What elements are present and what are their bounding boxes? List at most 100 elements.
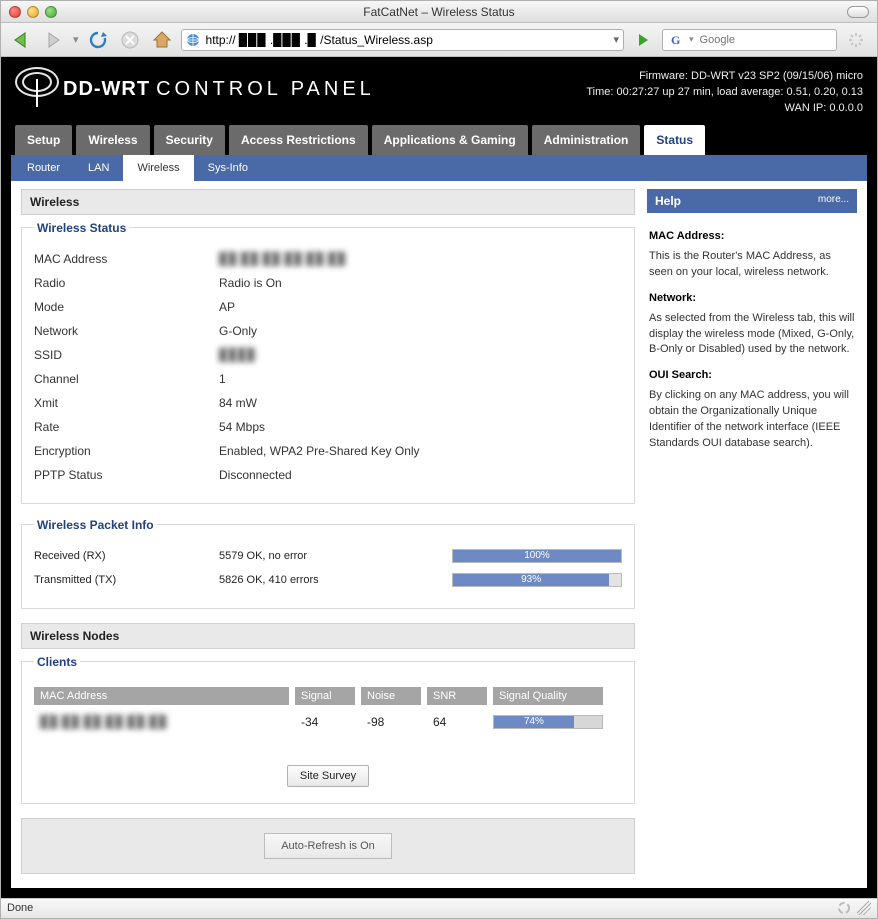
help-h2: Network:	[649, 291, 855, 307]
browser-toolbar: ▾ ▾ G ▾	[1, 23, 877, 57]
help-p1: This is the Router's MAC Address, as see…	[649, 249, 855, 281]
activity-indicator	[843, 27, 869, 53]
brand-subtitle: CONTROL PANEL	[156, 78, 375, 100]
status-throbber-icon	[837, 901, 851, 915]
tab-wireless-top[interactable]: Wireless	[76, 125, 149, 155]
content: Wireless Wireless Status MAC Address▉▉:▉…	[11, 181, 867, 888]
tab-applications-gaming[interactable]: Applications & Gaming	[372, 125, 528, 155]
ssid-value: ▉▉▉▉	[219, 348, 622, 362]
help-panel: Help more... MAC Address: This is the Ro…	[647, 189, 857, 874]
url-history-dropdown[interactable]: ▾	[613, 33, 619, 46]
tx-bar: 93%	[452, 573, 622, 587]
sub-tabs: Router LAN Wireless Sys-Info	[11, 155, 867, 181]
back-button[interactable]	[9, 27, 35, 53]
search-input[interactable]	[700, 34, 842, 46]
autorefresh-bar: Auto-Refresh is On	[21, 818, 635, 874]
subtab-wireless[interactable]: Wireless	[123, 155, 193, 181]
radio-label: Radio	[34, 276, 219, 290]
mode-label: Mode	[34, 300, 219, 314]
network-label: Network	[34, 324, 219, 338]
svg-text:G: G	[671, 33, 680, 47]
stop-button[interactable]	[117, 27, 143, 53]
browser-window: FatCatNet – Wireless Status ▾ ▾ G	[0, 0, 878, 919]
pptp-value: Disconnected	[219, 468, 622, 482]
close-window-button[interactable]	[9, 6, 21, 18]
tx-value: 5826 OK, 410 errors	[219, 574, 452, 586]
title-pill-button[interactable]	[847, 6, 869, 18]
channel-value: 1	[219, 372, 622, 386]
resize-grip[interactable]	[857, 901, 871, 915]
tx-bar-fill: 93%	[453, 574, 609, 586]
rate-label: Rate	[34, 420, 219, 434]
url-input[interactable]	[206, 33, 608, 47]
packet-info-legend: Wireless Packet Info	[34, 518, 157, 532]
rx-bar-fill: 100%	[453, 550, 621, 562]
globe-icon	[186, 33, 200, 47]
subtab-router[interactable]: Router	[13, 155, 74, 181]
help-h1: MAC Address:	[649, 229, 855, 245]
rx-label: Received (RX)	[34, 550, 219, 562]
tab-setup[interactable]: Setup	[15, 125, 72, 155]
logo: DD-WRT CONTROL PANEL	[15, 69, 375, 109]
page-header: DD-WRT CONTROL PANEL Firmware: DD-WRT v23…	[11, 65, 867, 125]
ssid-label: SSID	[34, 348, 219, 362]
radio-value: Radio is On	[219, 276, 622, 290]
window-title: FatCatNet – Wireless Status	[1, 5, 877, 19]
tab-administration[interactable]: Administration	[532, 125, 641, 155]
firmware-line: Firmware: DD-WRT v23 SP2 (09/15/06) micr…	[586, 69, 863, 85]
mac-value[interactable]: ▉▉:▉▉:▉▉:▉▉:▉▉:▉▉	[219, 252, 622, 266]
help-p2: As selected from the Wireless tab, this …	[649, 311, 855, 359]
mode-value: AP	[219, 300, 622, 314]
rx-value: 5579 OK, no error	[219, 550, 452, 562]
clients-fieldset: Clients MAC Address Signal Noise SNR Sig…	[21, 655, 635, 804]
help-titlebar: Help more...	[647, 189, 857, 213]
mac-label: MAC Address	[34, 252, 219, 266]
client-mac[interactable]: ▉▉:▉▉:▉▉:▉▉:▉▉:▉▉	[34, 715, 289, 729]
col-signal: Signal	[295, 687, 355, 705]
client-snr: 64	[427, 715, 487, 729]
url-field[interactable]: ▾	[181, 29, 624, 51]
uptime-line: Time: 00:27:27 up 27 min, load average: …	[586, 85, 863, 101]
window-controls	[9, 6, 57, 18]
col-snr: SNR	[427, 687, 487, 705]
network-value: G-Only	[219, 324, 622, 338]
wanip-line: WAN IP: 0.0.0.0	[586, 101, 863, 117]
xmit-value: 84 mW	[219, 396, 622, 410]
tx-label: Transmitted (TX)	[34, 574, 219, 586]
help-more-link[interactable]: more...	[818, 194, 849, 208]
status-text: Done	[7, 902, 33, 914]
channel-label: Channel	[34, 372, 219, 386]
reload-button[interactable]	[85, 27, 111, 53]
col-noise: Noise	[361, 687, 421, 705]
tab-access-restrictions[interactable]: Access Restrictions	[229, 125, 368, 155]
client-quality-fill: 74%	[494, 716, 574, 728]
tab-status[interactable]: Status	[644, 125, 705, 155]
home-button[interactable]	[149, 27, 175, 53]
client-signal: -34	[295, 715, 355, 729]
help-h3: OUI Search:	[649, 368, 855, 384]
packet-info-fieldset: Wireless Packet Info Received (RX) 5579 …	[21, 518, 635, 609]
section-wireless-title: Wireless	[21, 189, 635, 215]
brand-name: DD-WRT	[63, 78, 150, 100]
titlebar: FatCatNet – Wireless Status	[1, 1, 877, 23]
search-field[interactable]: G ▾	[662, 29, 837, 51]
clients-legend: Clients	[34, 655, 80, 669]
page: DD-WRT CONTROL PANEL Firmware: DD-WRT v23…	[1, 57, 877, 898]
forward-button[interactable]	[41, 27, 67, 53]
client-noise: -98	[361, 715, 421, 729]
subtab-lan[interactable]: LAN	[74, 155, 123, 181]
minimize-window-button[interactable]	[27, 6, 39, 18]
xmit-label: Xmit	[34, 396, 219, 410]
search-engine-dropdown[interactable]: ▾	[689, 34, 694, 45]
autorefresh-button[interactable]: Auto-Refresh is On	[264, 833, 392, 859]
subtab-sysinfo[interactable]: Sys-Info	[194, 155, 262, 181]
sub-tabs-container: Router LAN Wireless Sys-Info Wireless Wi…	[11, 155, 867, 888]
pptp-label: PPTP Status	[34, 468, 219, 482]
tab-security[interactable]: Security	[154, 125, 225, 155]
section-nodes-title: Wireless Nodes	[21, 623, 635, 649]
site-survey-button[interactable]: Site Survey	[287, 765, 369, 787]
browser-statusbar: Done	[1, 898, 877, 918]
zoom-window-button[interactable]	[45, 6, 57, 18]
help-body: MAC Address: This is the Router's MAC Ad…	[647, 213, 857, 452]
go-button[interactable]	[630, 27, 656, 53]
